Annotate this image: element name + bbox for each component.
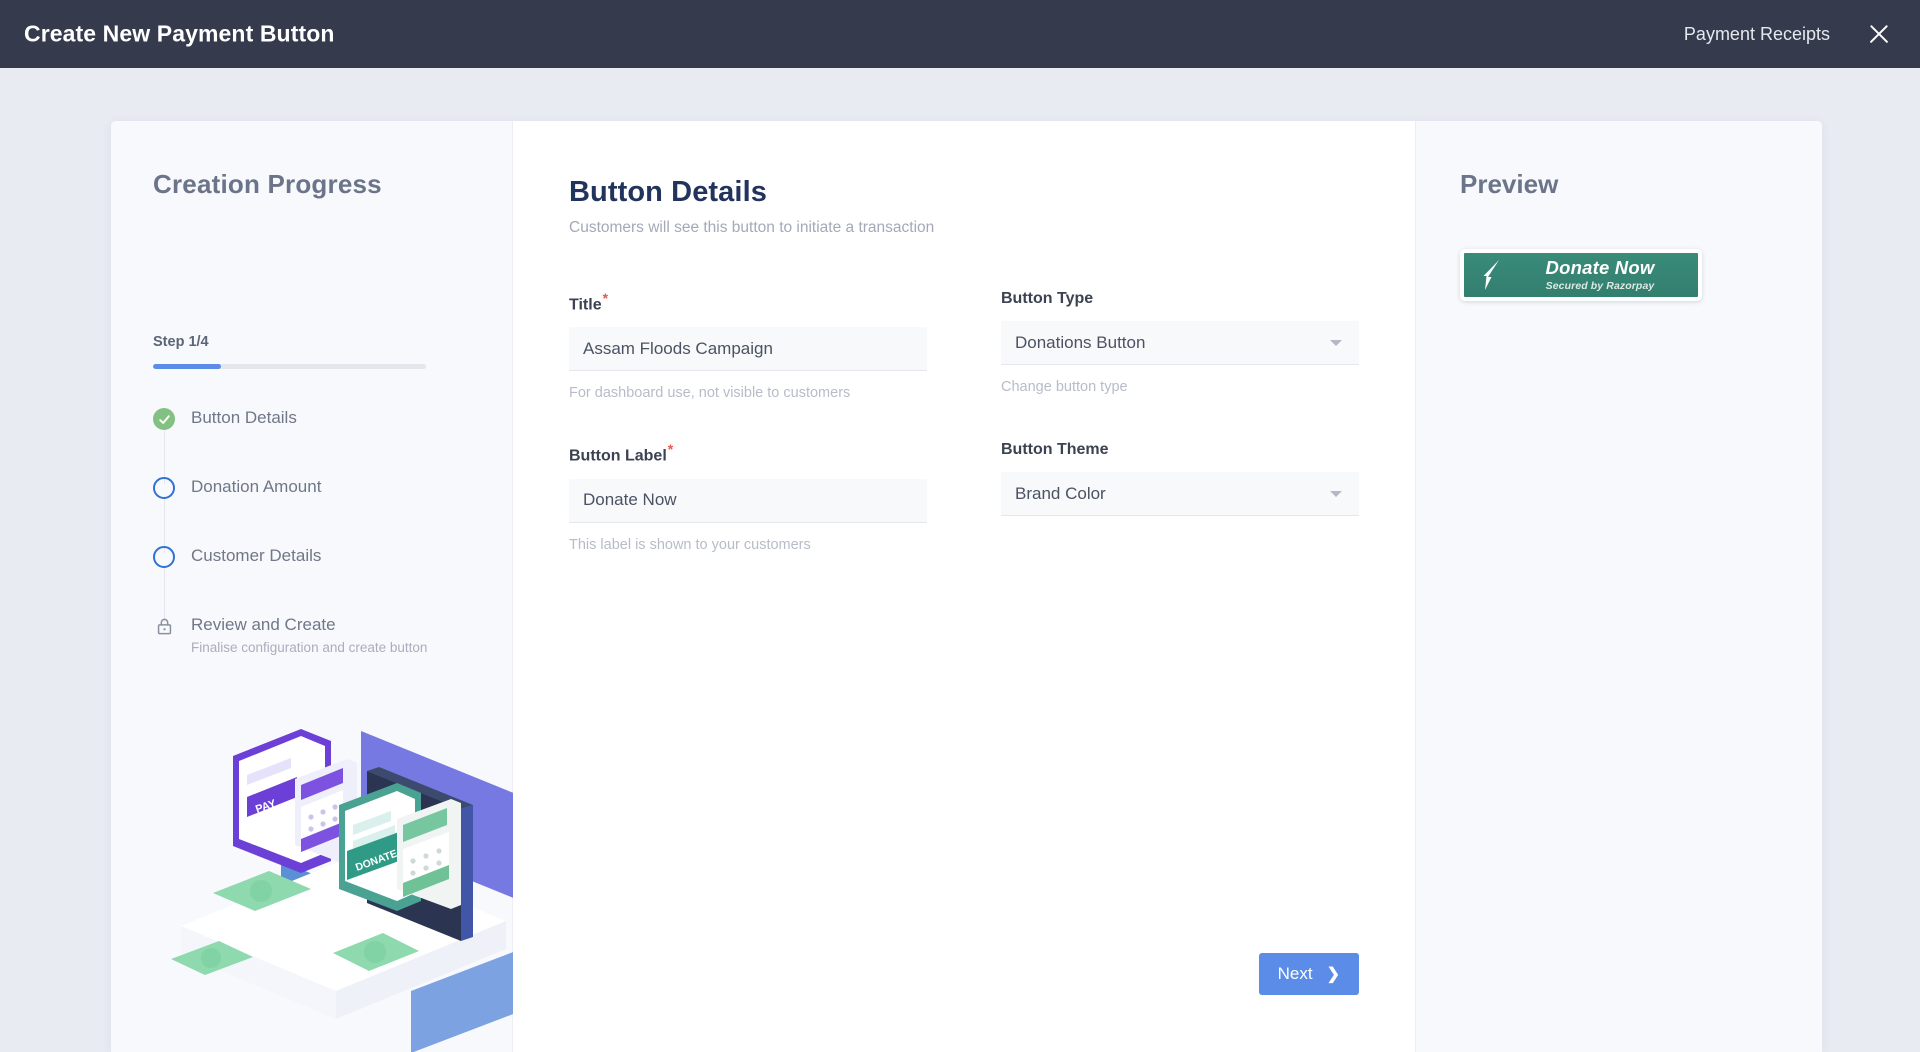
field-hint: This label is shown to your customers: [569, 536, 811, 553]
field-label: Title*: [569, 290, 609, 314]
form-subheading: Customers will see this button to initia…: [569, 219, 935, 236]
check-circle-icon: [153, 408, 175, 430]
field-button-type: Button Type Change button type: [1001, 290, 1359, 401]
sidebar-item-donation-amount[interactable]: Donation Amount: [153, 476, 483, 553]
preview-panel: Preview Donate Now Secured by Razorpay: [1415, 121, 1822, 1052]
step-label: Donation Amount: [191, 477, 322, 496]
form-grid: Title* For dashboard use, not visible to…: [569, 290, 1359, 553]
button-type-select[interactable]: [1001, 321, 1359, 365]
top-bar: Create New Payment Button Payment Receip…: [0, 0, 1920, 68]
next-button-label: Next: [1277, 964, 1313, 983]
sidebar-item-review-and-create[interactable]: Review and Create Finalise configuration…: [153, 614, 483, 660]
preview-button-label: Donate Now: [1545, 257, 1655, 278]
page-title: Create New Payment Button: [24, 20, 335, 47]
step-label: Review and Create: [191, 615, 336, 634]
required-asterisk: *: [602, 290, 609, 306]
required-asterisk: *: [667, 441, 674, 458]
step-counter: Step 1/4: [153, 334, 209, 350]
circle-outline-icon: [153, 477, 175, 499]
preview-secured-text: Secured by Razorpay: [1545, 280, 1655, 292]
step-label: Button Details: [191, 408, 297, 427]
field-label: Button Theme: [1001, 441, 1109, 459]
wizard-card: Creation Progress Step 1/4 Button Detail…: [111, 121, 1822, 1052]
payment-buttons-illustration: PAY DONATE: [171, 729, 521, 1052]
progress-bar: [153, 364, 426, 369]
sidebar-item-customer-details[interactable]: Customer Details: [153, 545, 483, 622]
button-theme-select[interactable]: [1001, 472, 1359, 517]
field-hint: For dashboard use, not visible to custom…: [569, 385, 851, 402]
field-button-label: Button Label* This label is shown to you…: [569, 441, 927, 553]
field-button-theme: Button Theme: [1001, 441, 1359, 552]
razorpay-logo-icon: [1483, 260, 1499, 290]
field-label: Button Type: [1001, 290, 1094, 307]
input-wrapper: [569, 478, 927, 523]
chevron-right-icon: ❯: [1326, 966, 1340, 983]
field-hint: Change button type: [1001, 379, 1128, 395]
close-icon[interactable]: [1864, 19, 1894, 49]
field-title: Title* For dashboard use, not visible to…: [569, 290, 927, 401]
creation-progress-title: Creation Progress: [153, 169, 382, 199]
input-wrapper: [1001, 472, 1359, 517]
field-label: Button Label*: [569, 441, 674, 465]
circle-outline-icon: [153, 546, 175, 568]
sidebar-item-button-details[interactable]: Button Details: [153, 407, 483, 484]
step-sublabel: Finalise configuration and create button: [191, 640, 428, 655]
preview-title: Preview: [1460, 169, 1559, 199]
creation-progress-panel: Creation Progress Step 1/4 Button Detail…: [111, 121, 521, 1052]
button-label-input[interactable]: [569, 478, 927, 523]
progress-bar-fill: [153, 364, 222, 369]
input-wrapper: [1001, 321, 1359, 365]
preview-donate-button[interactable]: Donate Now Secured by Razorpay: [1460, 249, 1702, 301]
title-input[interactable]: [569, 327, 927, 372]
button-details-form: Button Details Customers will see this b…: [513, 121, 1415, 1052]
next-button[interactable]: Next ❯: [1258, 953, 1359, 995]
preview-button-text: Donate Now Secured by Razorpay: [1514, 257, 1698, 293]
payment-receipts-link[interactable]: Payment Receipts: [1684, 24, 1830, 45]
top-bar-actions: Payment Receipts: [1684, 0, 1920, 68]
input-wrapper: [569, 327, 927, 372]
form-heading: Button Details: [569, 176, 767, 208]
step-label: Customer Details: [191, 546, 322, 565]
lock-icon: [153, 615, 175, 637]
step-list: Button Details Donation Amount Customer …: [153, 407, 483, 660]
